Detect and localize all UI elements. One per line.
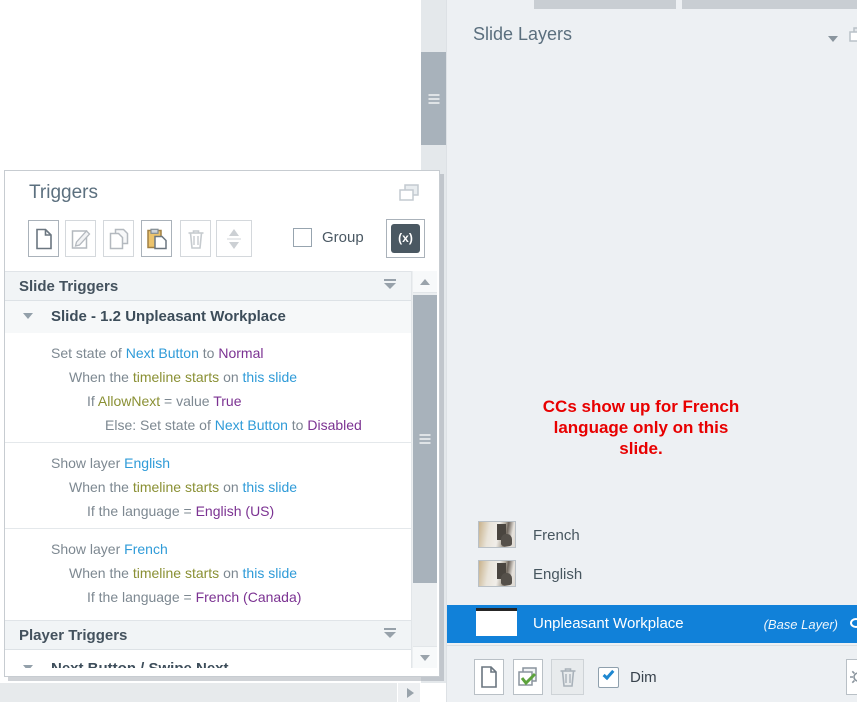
trigger-line: If the language = English (US) <box>87 503 275 519</box>
trigger-line: If the language = French (Canada) <box>87 589 302 605</box>
layer-row[interactable]: French <box>447 517 857 555</box>
trigger-line: Show layer English <box>51 455 171 471</box>
checkmark-icon <box>602 667 615 681</box>
delete-trigger-button[interactable] <box>180 220 211 257</box>
chevron-down-icon[interactable] <box>828 36 838 42</box>
triggers-list: Slide Triggers Slide - 1.2 Unpleasant Wo… <box>5 271 411 668</box>
trigger-line: When the timeline starts on this slide <box>69 369 298 385</box>
edit-trigger-button[interactable] <box>65 220 96 257</box>
delete-trigger-icon <box>188 229 203 249</box>
triggers-toolbar: Group (x) <box>5 217 439 267</box>
annotation-line: slide. <box>619 439 663 458</box>
new-layer-icon <box>481 666 497 688</box>
trigger-line: When the timeline starts on this slide <box>69 479 298 495</box>
reorder-triggers-icon <box>227 228 241 249</box>
canvas-horizontal-scrollbar[interactable] <box>0 683 420 702</box>
dim-checkbox[interactable] <box>598 667 619 688</box>
annotation-line: CCs show up for French <box>542 397 740 416</box>
layer-row[interactable]: English <box>447 556 857 594</box>
scrollbar-grip-icon <box>428 92 439 106</box>
duplicate-layer-button[interactable] <box>513 659 543 695</box>
panel-options-icon[interactable] <box>398 184 420 202</box>
paste-trigger-button[interactable] <box>141 220 172 257</box>
trigger-line: If AllowNext = value True <box>87 393 242 409</box>
triggers-scrollbar[interactable] <box>411 271 437 668</box>
triggers-title: Triggers <box>29 182 98 203</box>
new-trigger-button[interactable] <box>28 220 59 257</box>
eye-icon[interactable] <box>850 618 857 628</box>
tab-strip-segment[interactable] <box>682 0 857 9</box>
collapse-caret-icon[interactable] <box>23 313 33 319</box>
dim-label: Dim <box>630 669 657 686</box>
copy-trigger-button[interactable] <box>103 220 134 257</box>
layer-thumbnail <box>478 521 516 548</box>
triggers-scrollbar-thumb[interactable] <box>413 295 437 583</box>
slide-trigger-group-row[interactable]: Slide - 1.2 Unpleasant Workplace <box>5 301 411 333</box>
group-checkbox[interactable] <box>293 228 312 247</box>
layer-thumbnail <box>478 560 516 587</box>
collapse-all-icon[interactable] <box>384 628 396 640</box>
trigger-item[interactable]: Show layer English When the timeline star… <box>5 443 411 529</box>
arrow-right-icon <box>407 688 414 698</box>
paste-trigger-icon <box>146 228 167 249</box>
delete-layer-button[interactable] <box>551 659 584 695</box>
scrollbar-grip-icon <box>419 432 431 446</box>
new-trigger-icon <box>35 228 52 249</box>
collapse-caret-icon[interactable] <box>23 665 33 668</box>
layer-properties-button[interactable] <box>846 659 857 695</box>
trigger-line: When the timeline starts on this slide <box>69 565 298 581</box>
duplicate-layer-icon <box>518 667 537 686</box>
annotation-text: CCs show up for French language only on t… <box>481 396 801 459</box>
layer-label: English <box>533 566 583 583</box>
layer-row[interactable]: Unpleasant Workplace (Base Layer) <box>447 605 857 643</box>
copy-trigger-icon <box>109 228 128 249</box>
trigger-line: Show layer French <box>51 541 168 557</box>
base-layer-badge: (Base Layer) <box>763 617 838 632</box>
triggers-panel: Triggers Group (x) Slide Triggers Slide … <box>4 170 440 677</box>
arrow-up-icon <box>420 279 430 285</box>
delete-layer-icon <box>560 668 575 687</box>
slide-layers-title: Slide Layers <box>473 24 573 44</box>
reorder-trigger-button[interactable] <box>216 220 252 257</box>
trigger-line: Else: Set state of Next Button to Disabl… <box>105 417 362 433</box>
new-layer-button[interactable] <box>474 659 504 695</box>
collapse-all-icon[interactable] <box>384 279 396 291</box>
trigger-item[interactable]: Show layer French When the timeline start… <box>5 529 411 614</box>
canvas-vertical-scrollbar-thumb[interactable] <box>421 52 446 145</box>
variables-button[interactable]: (x) <box>386 219 425 258</box>
layer-label: Unpleasant Workplace <box>533 615 684 632</box>
slide-layers-panel: Slide Layers CCs show up for French langu… <box>446 0 857 702</box>
gear-icon <box>849 669 857 685</box>
scroll-up-button[interactable] <box>413 271 437 293</box>
panel-options-icon[interactable] <box>848 27 857 43</box>
player-triggers-header: Player Triggers <box>5 620 411 650</box>
tab-strip-segment[interactable] <box>534 0 676 9</box>
group-label: Group <box>322 229 364 246</box>
arrow-down-icon <box>420 655 430 661</box>
layer-label: French <box>533 527 580 544</box>
player-trigger-group-row[interactable]: Next Button / Swipe Next <box>5 650 411 668</box>
scroll-right-button[interactable] <box>397 683 420 702</box>
edit-trigger-icon <box>71 229 90 249</box>
trigger-line: Set state of Next Button to Normal <box>51 345 264 361</box>
trigger-item[interactable]: Set state of Next Button to Normal When t… <box>5 333 411 443</box>
scroll-down-button[interactable] <box>413 646 437 668</box>
slide-triggers-header: Slide Triggers <box>5 271 411 301</box>
layers-toolbar: Dim <box>447 645 857 702</box>
layer-thumbnail <box>476 608 517 636</box>
scrollbar-corner <box>420 683 446 702</box>
storyline-workspace: Slide Layers CCs show up for French langu… <box>0 0 857 702</box>
annotation-line: language only on this <box>553 418 729 437</box>
variables-icon: (x) <box>391 224 420 253</box>
